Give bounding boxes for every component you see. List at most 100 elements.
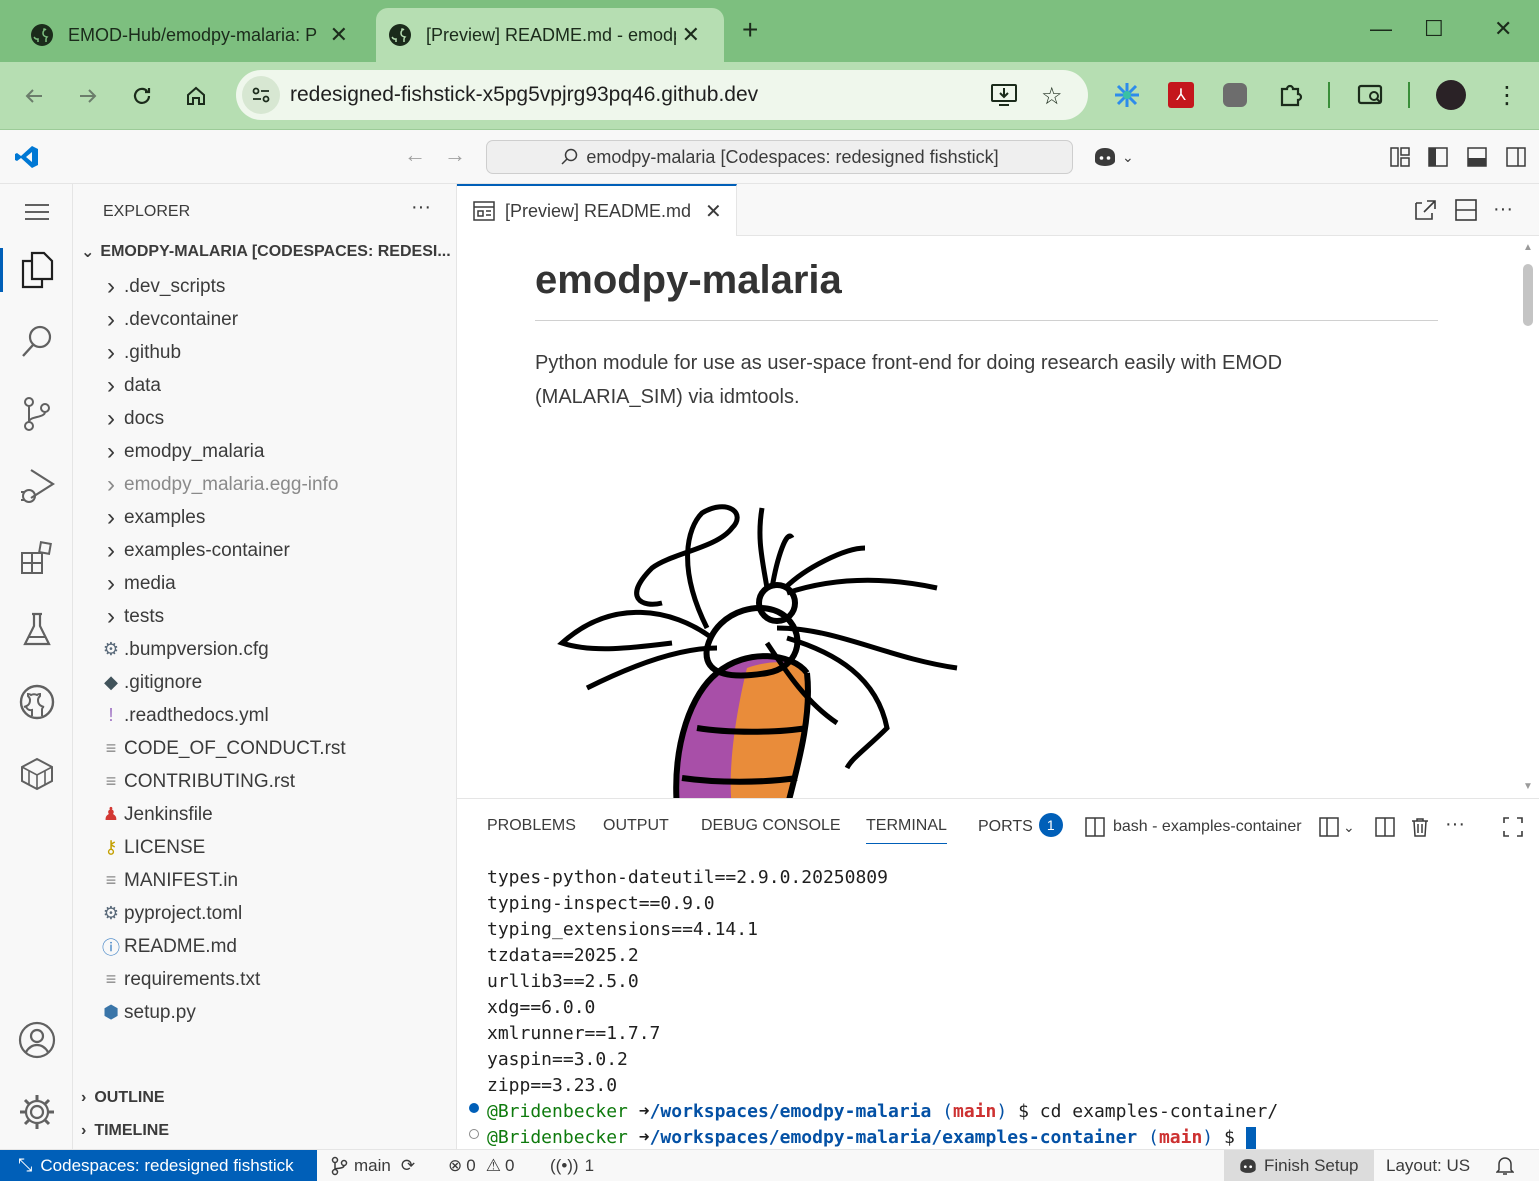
install-app-icon[interactable] [990, 82, 1018, 108]
extension-icon[interactable] [1220, 80, 1250, 110]
tree-folder[interactable]: › .github [73, 336, 457, 369]
source-control-icon[interactable] [0, 386, 73, 442]
profile-avatar[interactable] [1436, 80, 1466, 110]
scroll-down-icon[interactable]: ▼ [1523, 781, 1533, 792]
terminal-output[interactable]: types-python-dateutil==2.9.0.20250809 typ… [487, 865, 1278, 1151]
toggle-panel-icon[interactable] [1467, 147, 1487, 167]
more-actions-icon[interactable]: ··· [411, 196, 431, 219]
remote-explorer-icon[interactable] [0, 746, 73, 802]
menu-icon[interactable] [0, 184, 73, 240]
scrollbar-thumb[interactable] [1523, 264, 1533, 326]
editor-more-actions-icon[interactable]: ··· [1493, 198, 1513, 221]
pdf-extension-icon[interactable]: ⅄ [1166, 80, 1196, 110]
forward-icon[interactable] [74, 82, 102, 110]
tree-file[interactable]: ! .readthedocs.yml [73, 699, 457, 732]
toggle-secondary-sidebar-icon[interactable] [1506, 147, 1526, 167]
run-debug-icon[interactable] [0, 458, 73, 514]
reload-icon[interactable] [128, 82, 156, 110]
tree-file[interactable]: ≡ CODE_OF_CONDUCT.rst [73, 732, 457, 765]
workspace-root[interactable]: ⌄ EMODPY-MALARIA [CODESPACES: REDESI... [81, 242, 451, 262]
search-icon[interactable] [0, 314, 73, 370]
markdown-preview[interactable]: emodpy-malaria Python module for use as … [457, 236, 1539, 798]
ports-indicator[interactable]: ((•)) 1 [550, 1156, 594, 1176]
explorer-icon[interactable] [0, 242, 73, 298]
close-icon[interactable]: ✕ [705, 199, 722, 224]
tab-ports[interactable]: PORTS 1 [978, 813, 1063, 837]
panel-more-actions-icon[interactable]: ··· [1445, 813, 1465, 836]
notifications-bell-icon[interactable] [1496, 1156, 1514, 1176]
extensions-puzzle-icon[interactable] [1276, 80, 1306, 110]
tree-file[interactable]: ≡ requirements.txt [73, 963, 457, 996]
github-icon[interactable] [0, 674, 73, 730]
tree-file[interactable]: ⚙ pyproject.toml [73, 897, 457, 930]
browser-tab-repo[interactable]: EMOD-Hub/emodpy-malaria: P ✕ [0, 8, 372, 62]
address-bar[interactable]: redesigned-fishstick-x5pg5vpjrg93pq46.gi… [236, 70, 1088, 120]
maximize-icon[interactable]: ☐ [1424, 16, 1444, 42]
tree-folder[interactable]: › .devcontainer [73, 303, 457, 336]
tree-file[interactable]: ♟ Jenkinsfile [73, 798, 457, 831]
tree-folder[interactable]: › tests [73, 600, 457, 633]
keyboard-layout-indicator[interactable]: Layout: US [1386, 1156, 1470, 1176]
tab-problems[interactable]: PROBLEMS [487, 817, 576, 835]
extension-sparkle-icon[interactable] [1112, 80, 1142, 110]
split-terminal-icon[interactable] [1375, 817, 1395, 837]
outline-section[interactable]: › OUTLINE [81, 1089, 165, 1107]
editor-tab-readme-preview[interactable]: [Preview] README.md ✕ [457, 184, 737, 236]
tree-folder[interactable]: › examples [73, 501, 457, 534]
tree-file[interactable]: ⓘ README.md [73, 930, 457, 963]
tree-folder[interactable]: › examples-container [73, 534, 457, 567]
toggle-primary-sidebar-icon[interactable] [1428, 147, 1448, 167]
bookmark-star-icon[interactable]: ☆ [1041, 82, 1063, 111]
vscode-logo-icon[interactable] [14, 144, 40, 170]
browser-menu-icon[interactable]: ⋮ [1492, 80, 1522, 110]
branch-indicator[interactable]: main ⟳ [330, 1156, 415, 1176]
minimize-icon[interactable]: — [1370, 16, 1392, 42]
testing-flask-icon[interactable] [0, 602, 73, 658]
kill-terminal-icon[interactable] [1410, 817, 1430, 837]
preview-scrollbar[interactable]: ▲ ▼ [1517, 236, 1539, 798]
settings-gear-icon[interactable] [0, 1084, 73, 1140]
tree-folder[interactable]: › data [73, 369, 457, 402]
tree-file[interactable]: ≡ MANIFEST.in [73, 864, 457, 897]
tree-file[interactable]: ⚷ LICENSE [73, 831, 457, 864]
new-tab-button[interactable]: + [742, 14, 758, 46]
copilot-menu-button[interactable]: ⌄ [1092, 146, 1134, 168]
new-terminal-dropdown[interactable]: ⌄ [1319, 817, 1355, 837]
tree-folder[interactable]: › docs [73, 402, 457, 435]
tab-terminal[interactable]: TERMINAL [866, 817, 947, 844]
close-icon[interactable]: ✕ [330, 22, 348, 48]
tab-output[interactable]: OUTPUT [603, 817, 669, 835]
tree-file[interactable]: ⚙ .bumpversion.cfg [73, 633, 457, 666]
command-success-marker-icon[interactable] [469, 1103, 479, 1113]
command-center[interactable]: emodpy-malaria [Codespaces: redesigned f… [486, 140, 1073, 174]
tab-debug-console[interactable]: DEBUG CONSOLE [701, 817, 841, 835]
tree-folder[interactable]: › media [73, 567, 457, 600]
go-back-icon[interactable]: ← [404, 142, 426, 168]
open-source-icon[interactable] [1413, 199, 1437, 221]
close-icon[interactable]: ✕ [682, 22, 700, 48]
problems-indicator[interactable]: ⊗ 0 ⚠ 0 [448, 1156, 514, 1176]
scroll-up-icon[interactable]: ▲ [1523, 242, 1533, 253]
tab-search-icon[interactable] [1356, 80, 1386, 110]
tree-folder[interactable]: › emodpy_malaria.egg-info [73, 468, 457, 501]
tree-folder[interactable]: › .dev_scripts [73, 270, 457, 303]
tree-file[interactable]: ≡ CONTRIBUTING.rst [73, 765, 457, 798]
accounts-icon[interactable] [0, 1012, 73, 1068]
customize-layout-icon[interactable] [1390, 147, 1410, 167]
home-icon[interactable] [182, 82, 210, 110]
browser-tab-preview[interactable]: [Preview] README.md - emodp ✕ [376, 8, 724, 62]
split-editor-icon[interactable] [1455, 199, 1477, 221]
terminal-instance-label[interactable]: bash - examples-container [1085, 817, 1302, 837]
command-pending-marker-icon[interactable] [469, 1129, 479, 1139]
extensions-icon[interactable] [0, 530, 73, 586]
finish-setup-button[interactable]: Finish Setup [1224, 1150, 1374, 1181]
maximize-panel-icon[interactable] [1503, 817, 1523, 837]
site-info-icon[interactable] [242, 76, 280, 114]
remote-indicator[interactable]: ⤡ Codespaces: redesigned fishstick [0, 1150, 317, 1181]
back-icon[interactable] [20, 82, 48, 110]
go-forward-icon[interactable]: → [444, 142, 466, 168]
tree-folder[interactable]: › emodpy_malaria [73, 435, 457, 468]
window-close-icon[interactable]: ✕ [1494, 16, 1512, 42]
tree-file[interactable]: ⬢ setup.py [73, 996, 457, 1029]
tree-file[interactable]: ◆ .gitignore [73, 666, 457, 699]
